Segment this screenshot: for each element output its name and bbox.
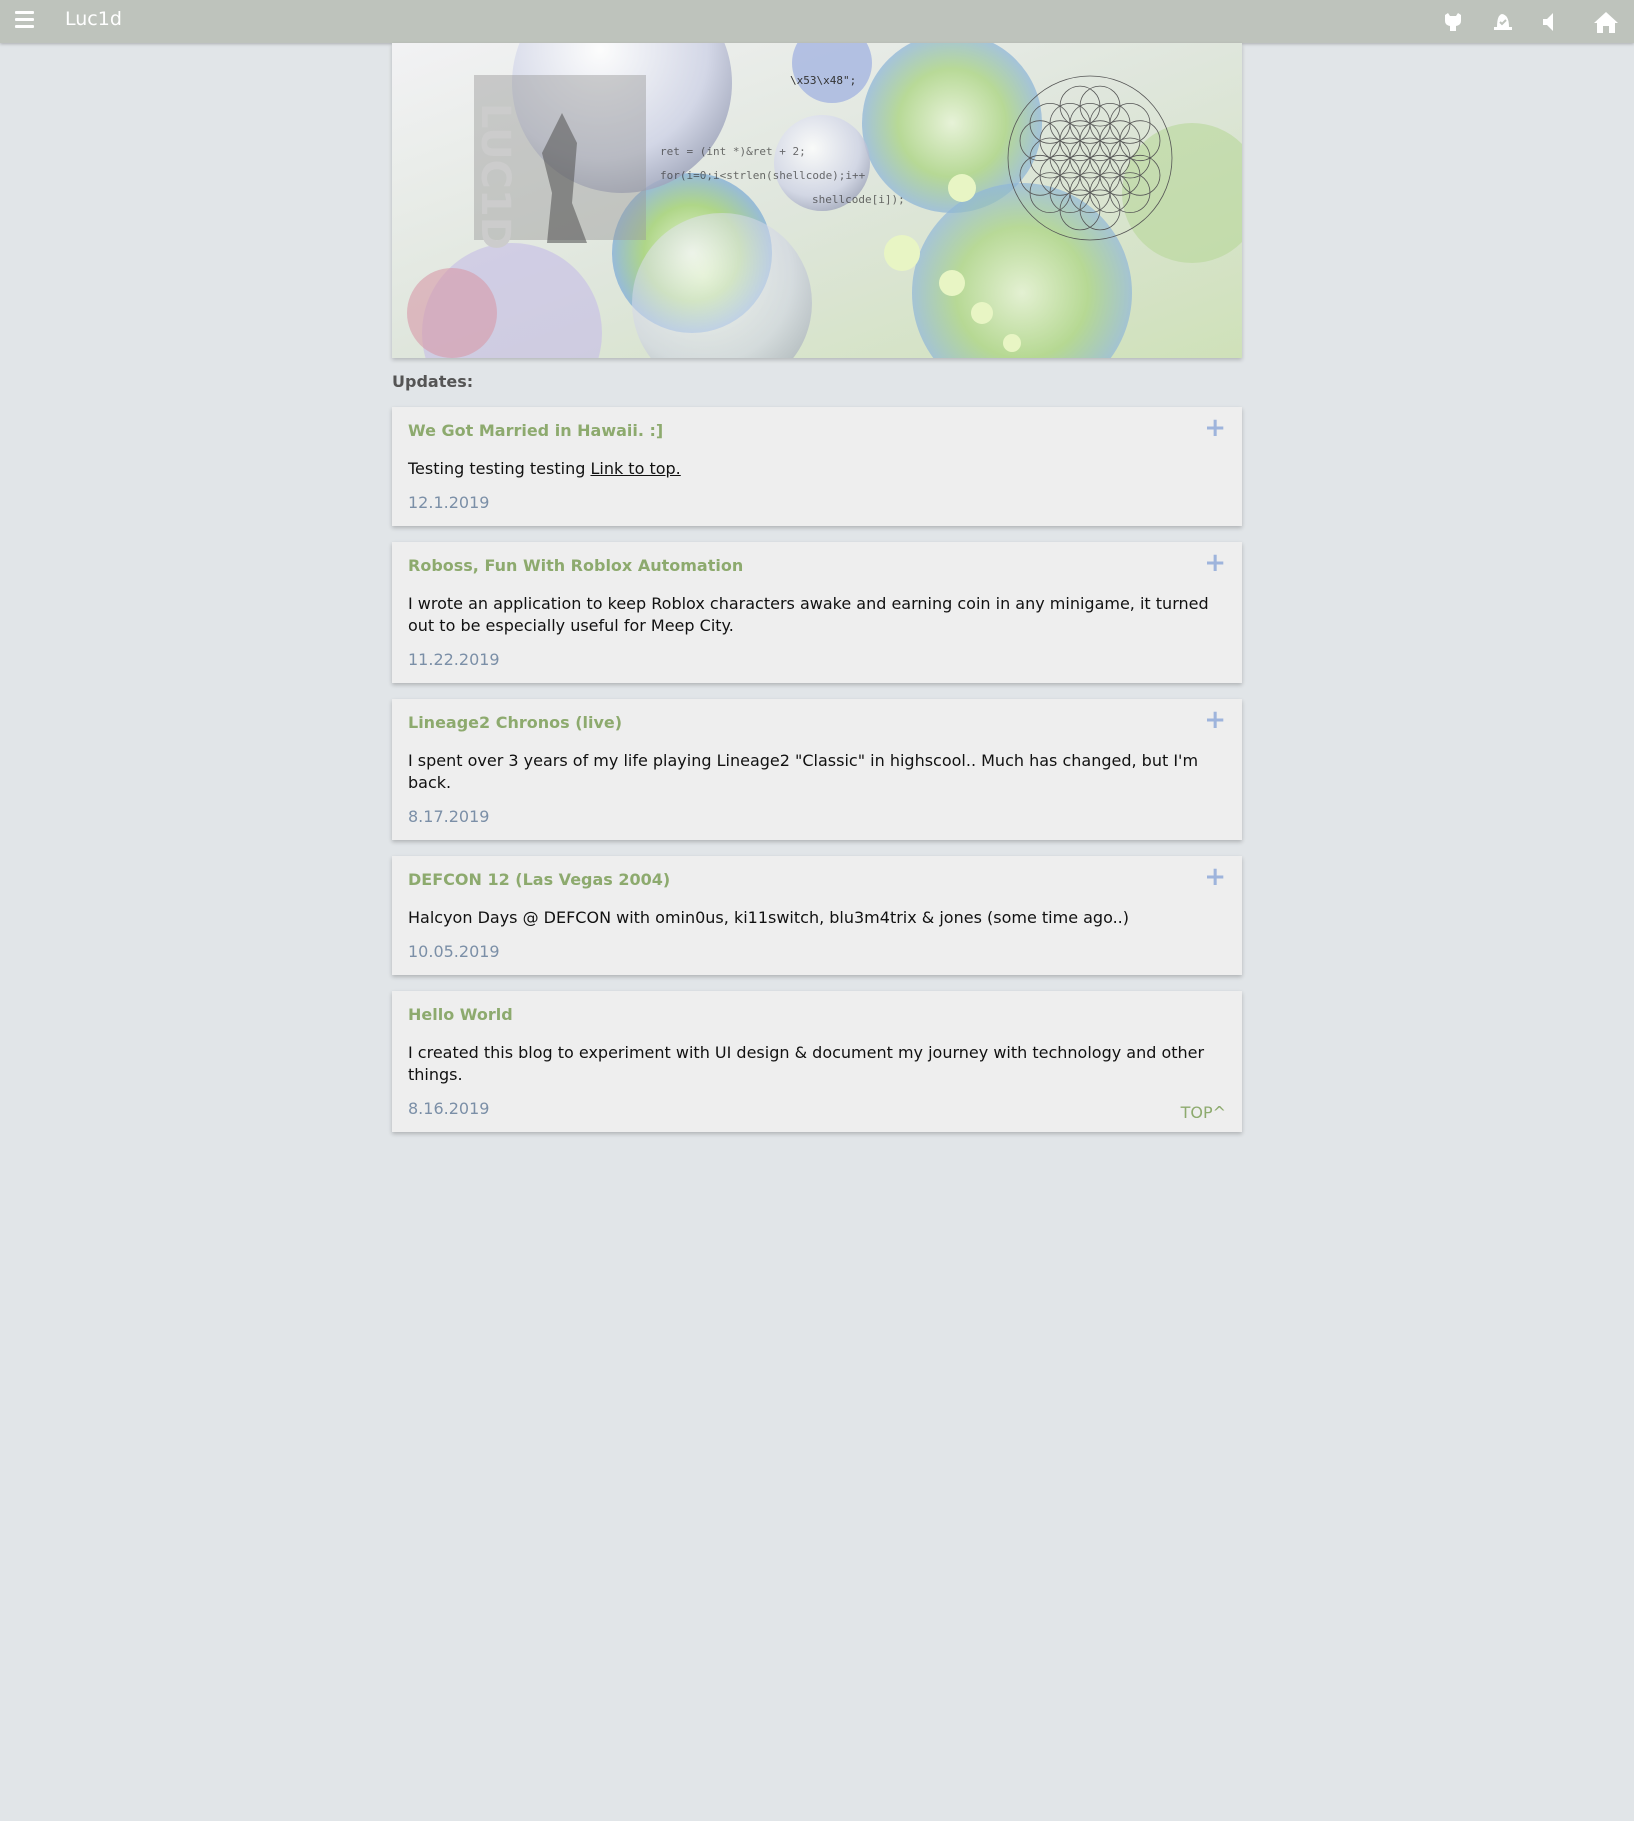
banner-code-line: ret = (int *)&ret + 2;: [660, 145, 806, 158]
post-body: I created this blog to experiment with U…: [408, 1043, 1205, 1084]
post-title[interactable]: Hello World: [408, 1005, 1226, 1024]
post-title[interactable]: DEFCON 12 (Las Vegas 2004): [408, 870, 1226, 889]
post-body-text: Testing testing testing: [408, 459, 591, 478]
main-content: LUC1D \x53\x48"; ret = (int *)&ret + 2; …: [392, 43, 1242, 1132]
top-bar: Luc1d: [0, 0, 1634, 43]
post-title[interactable]: We Got Married in Hawaii. :]: [408, 421, 1226, 440]
post-card: Roboss, Fun With Roblox Automation + I w…: [392, 542, 1242, 683]
menu-icon[interactable]: [15, 11, 34, 31]
back-to-top-link[interactable]: TOP^: [1181, 1103, 1226, 1122]
updates-heading: Updates:: [392, 372, 474, 391]
banner-code-line: shellcode[i]);: [812, 193, 905, 206]
post-date: 8.16.2019: [408, 1099, 490, 1118]
site-title[interactable]: Luc1d: [65, 8, 122, 30]
home-icon[interactable]: [1592, 8, 1620, 36]
post-date: 8.17.2019: [408, 807, 490, 826]
fractal-banner-image: LUC1D \x53\x48"; ret = (int *)&ret + 2; …: [392, 43, 1242, 358]
post-date: 12.1.2019: [408, 493, 490, 512]
github-icon[interactable]: [1439, 8, 1467, 36]
speaker-icon[interactable]: [1536, 8, 1564, 36]
post-date: 11.22.2019: [408, 650, 500, 669]
expand-plus-icon[interactable]: +: [1204, 548, 1226, 578]
post-card: Hello World I created this blog to exper…: [392, 991, 1242, 1132]
post-body: Testing testing testing Link to top.: [408, 458, 1226, 480]
expand-plus-icon[interactable]: +: [1204, 862, 1226, 892]
post-card: DEFCON 12 (Las Vegas 2004) + Halcyon Day…: [392, 856, 1242, 975]
post-title[interactable]: Roboss, Fun With Roblox Automation: [408, 556, 1226, 575]
banner-logo-text: LUC1D: [472, 103, 518, 250]
expand-plus-icon[interactable]: +: [1204, 413, 1226, 443]
expand-plus-icon[interactable]: +: [1204, 705, 1226, 735]
post-body: I spent over 3 years of my life playing …: [408, 751, 1199, 792]
post-body: Halcyon Days @ DEFCON with omin0us, ki11…: [408, 908, 1129, 927]
header-banner: LUC1D \x53\x48"; ret = (int *)&ret + 2; …: [392, 43, 1242, 358]
post-date: 10.05.2019: [408, 942, 500, 961]
post-body: I wrote an application to keep Roblox ch…: [408, 594, 1209, 635]
banner-code-line: \x53\x48";: [790, 74, 856, 87]
post-title[interactable]: Lineage2 Chronos (live): [408, 713, 1226, 732]
post-card: We Got Married in Hawaii. :] + Testing t…: [392, 407, 1242, 526]
post-card: Lineage2 Chronos (live) + I spent over 3…: [392, 699, 1242, 840]
banner-code-line: for(i=0;i<strlen(shellcode);i++: [660, 169, 866, 182]
link-to-top[interactable]: Link to top.: [590, 459, 680, 478]
hat-icon[interactable]: [1489, 8, 1517, 36]
